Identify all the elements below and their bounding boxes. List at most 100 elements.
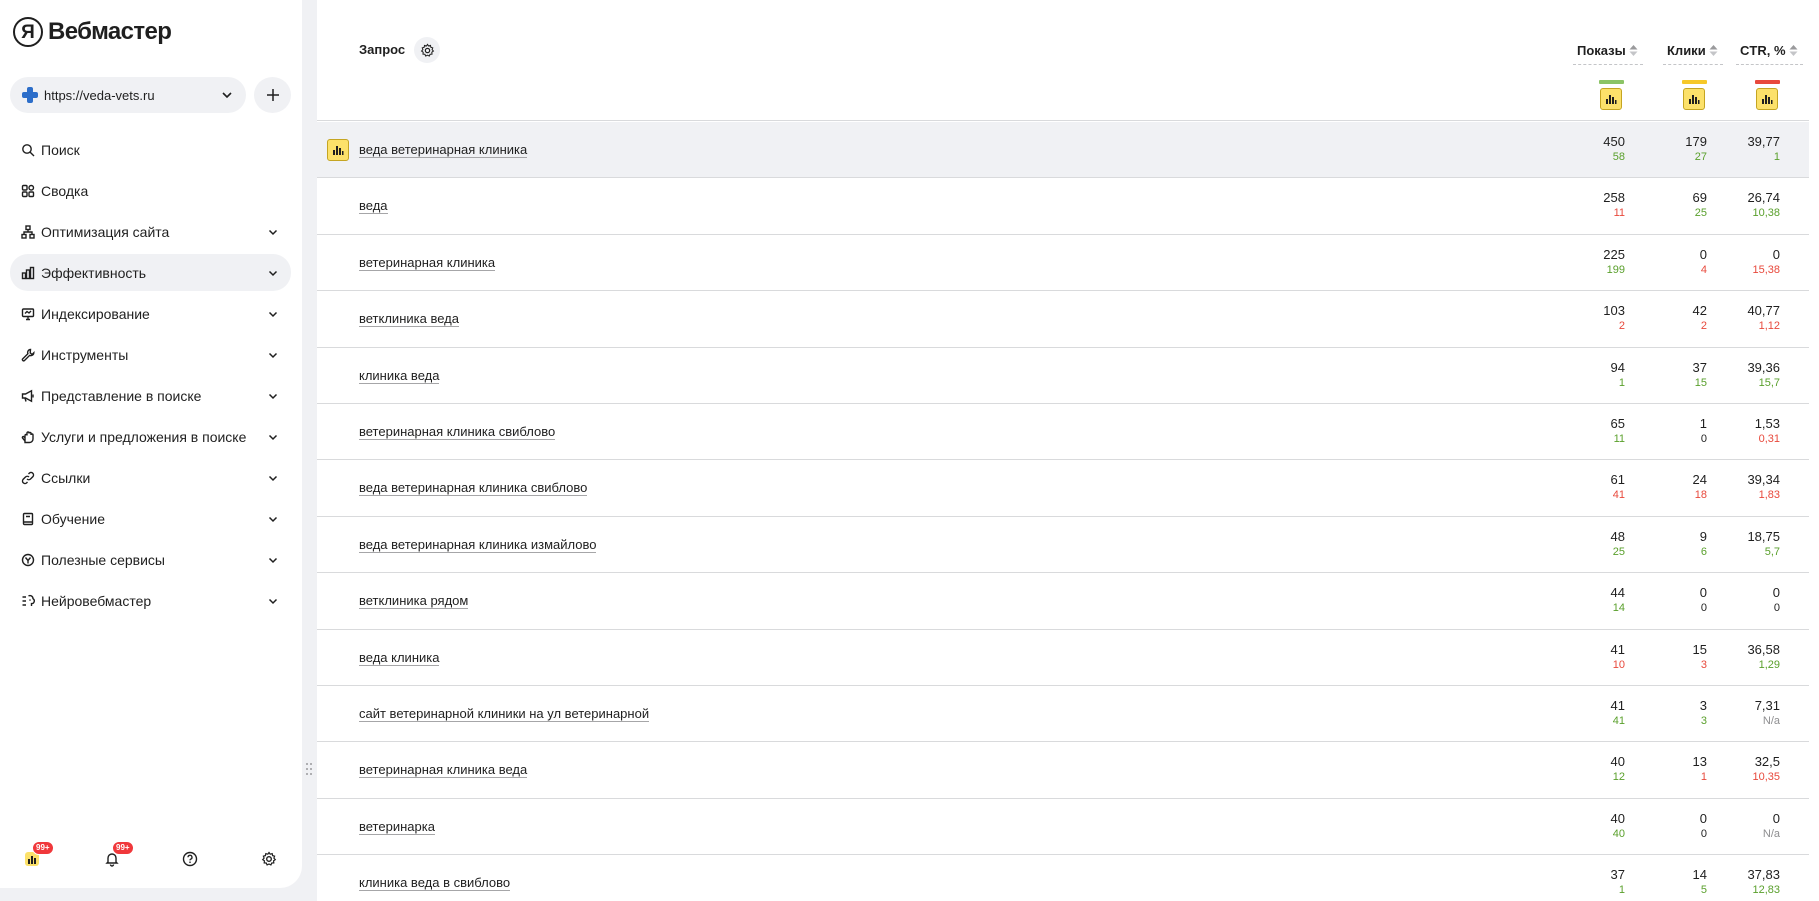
query-link[interactable]: веда ветеринарная клиника bbox=[359, 142, 528, 158]
sidebar-item-10[interactable]: Обучение bbox=[10, 500, 291, 537]
query-link[interactable]: сайт ветеринарной клиники на ул ветерина… bbox=[359, 706, 650, 722]
clicks-delta: 2 bbox=[1700, 320, 1707, 333]
search-icon bbox=[22, 143, 35, 156]
shows-value: 103 bbox=[1603, 303, 1625, 319]
reports-button[interactable]: 99+ bbox=[18, 841, 54, 873]
clicks-value: 42 bbox=[1692, 303, 1707, 319]
table-row[interactable]: веда ветеринарная клиника 450 58 179 27 39,77… bbox=[317, 122, 1809, 179]
shows-delta: 1 bbox=[1618, 376, 1625, 389]
shows-delta: 41 bbox=[1612, 489, 1625, 502]
table-row[interactable]: ветеринарная клиника веда 40 12 13 1 32,5 10,3… bbox=[317, 742, 1809, 799]
ctr-value: 39,34 bbox=[1747, 472, 1780, 488]
query-link[interactable]: ветеринарная клиника веда bbox=[359, 762, 528, 779]
sidebar-item-2[interactable]: Сводка bbox=[10, 172, 291, 209]
clicks-chart-toggle[interactable] bbox=[1683, 88, 1705, 110]
query-link[interactable]: веда ветеринарная клиника свиблово bbox=[359, 480, 588, 497]
sort-icon bbox=[1629, 45, 1638, 56]
book-icon bbox=[22, 512, 34, 525]
query-link[interactable]: ветеринарка bbox=[359, 819, 435, 835]
query-link[interactable]: клиника веда в свиблово bbox=[359, 875, 511, 892]
clicks-value: 9 bbox=[1699, 528, 1707, 544]
chevron-down-icon bbox=[268, 557, 278, 563]
clicks-value: 0 bbox=[1699, 246, 1707, 262]
shows-delta: 14 bbox=[1612, 602, 1625, 615]
site-selector[interactable]: https://veda-vets.ru bbox=[10, 77, 246, 113]
sidebar-item-label: Эффективность bbox=[41, 264, 147, 281]
ctr-chart-toggle[interactable] bbox=[1756, 88, 1778, 110]
help-button[interactable] bbox=[176, 845, 204, 873]
ctr-cell: 39,34 1,83 bbox=[1747, 471, 1780, 502]
query-link[interactable]: ветклиника веда bbox=[359, 311, 459, 328]
table-row[interactable]: сайт ветеринарной клиники на ул ветерина… bbox=[317, 686, 1809, 743]
reports-badge: 99+ bbox=[32, 841, 54, 855]
table-row[interactable]: клиника веда 94 1 37 15 39,36 15,7 bbox=[317, 348, 1809, 404]
shows-legend-color bbox=[1599, 80, 1624, 84]
sidebar-item-12[interactable]: Нейровебмастер bbox=[10, 582, 291, 619]
sidebar-item-label: Индексирование bbox=[41, 305, 150, 322]
sidebar-item-label: Инструменты bbox=[41, 346, 129, 363]
table-row[interactable]: клиника веда в свиблово 37 1 14 5 37,83 12,83 bbox=[317, 855, 1809, 901]
neuro-icon bbox=[22, 594, 35, 606]
shows-cell: 37 1 bbox=[1611, 866, 1625, 897]
chevron-down-icon bbox=[222, 92, 232, 99]
query-link[interactable]: веда ветеринарная клиника измайлово bbox=[359, 537, 597, 553]
sidebar-item-label: Полезные сервисы bbox=[41, 551, 165, 568]
sidebar-item-7[interactable]: Представление в поиске bbox=[10, 377, 291, 414]
query-link[interactable]: веда клиника bbox=[359, 650, 440, 666]
shows-delta: 25 bbox=[1612, 545, 1625, 558]
sidebar-item-5[interactable]: Индексирование bbox=[10, 295, 291, 332]
ctr-value: 39,36 bbox=[1747, 359, 1780, 375]
sidebar-resize-handle[interactable] bbox=[305, 761, 313, 777]
ctr-value: 0 bbox=[1772, 585, 1780, 601]
sort-icon bbox=[1789, 45, 1797, 56]
sidebar-item-11[interactable]: Полезные сервисы bbox=[10, 541, 291, 578]
row-chart-toggle[interactable] bbox=[327, 139, 349, 161]
settings-button[interactable] bbox=[255, 845, 283, 873]
clicks-cell: 10 bbox=[1700, 415, 1707, 446]
table-row[interactable]: ветеринарка 40 40 0 0 0 N/a bbox=[317, 799, 1809, 856]
clicks-column-header[interactable]: Клики bbox=[1663, 43, 1723, 65]
ctr-value: 26,74 bbox=[1747, 190, 1780, 206]
ctr-delta: 10,38 bbox=[1752, 207, 1780, 220]
shows-cell: 40 12 bbox=[1611, 753, 1625, 784]
table-row[interactable]: веда клиника 41 10 15 3 36,58 1,29 bbox=[317, 630, 1809, 686]
sidebar-item-9[interactable]: Ссылки bbox=[10, 459, 291, 496]
shows-value: 40 bbox=[1610, 810, 1625, 826]
sidebar-item-8[interactable]: Услуги и предложения в поиске bbox=[10, 418, 291, 455]
table-row[interactable]: веда 258 11 69 25 26,74 10,38 bbox=[317, 178, 1809, 235]
query-link[interactable]: ветклиника рядом bbox=[359, 593, 469, 610]
clicks-value: 1 bbox=[1699, 415, 1707, 431]
add-site-button[interactable] bbox=[254, 77, 291, 113]
table-row[interactable]: веда ветеринарная клиника измайлово 48 25 9… bbox=[317, 517, 1809, 574]
query-link[interactable]: веда bbox=[359, 198, 388, 215]
query-link[interactable]: ветеринарная клиника свиблово bbox=[359, 424, 556, 440]
sidebar-item-label: Услуги и предложения в поиске bbox=[41, 428, 247, 445]
shows-value: 40 bbox=[1610, 754, 1625, 770]
sidebar-item-6[interactable]: Инструменты bbox=[10, 336, 291, 373]
clicks-delta: 27 bbox=[1694, 151, 1707, 163]
table-row[interactable]: веда ветеринарная клиника свиблово 61 41 24… bbox=[317, 460, 1809, 517]
ctr-column-header[interactable]: CTR, % bbox=[1736, 43, 1803, 65]
table-row[interactable]: ветеринарная клиника свиблово 65 11 1 0 1,53 0… bbox=[317, 404, 1809, 461]
chevron-down-icon bbox=[268, 270, 278, 276]
ctr-delta: 0 bbox=[1773, 602, 1780, 615]
table-row[interactable]: ветеринарная клиника 225 199 0 4 0 15,38 bbox=[317, 235, 1809, 292]
table-row[interactable]: ветклиника веда 103 2 42 2 40,77 1,12 bbox=[317, 291, 1809, 348]
megaphone-icon bbox=[21, 389, 34, 402]
query-link[interactable]: ветеринарная клиника bbox=[359, 255, 496, 271]
shows-value: 48 bbox=[1610, 528, 1625, 544]
shows-chart-toggle[interactable] bbox=[1600, 88, 1622, 110]
query-link[interactable]: клиника веда bbox=[359, 368, 440, 384]
sidebar-item-1[interactable]: Поиск bbox=[10, 131, 291, 168]
table-settings-button[interactable] bbox=[414, 37, 440, 63]
hand-icon bbox=[21, 430, 34, 443]
logo[interactable]: Я Вебмастер bbox=[13, 17, 172, 47]
clicks-delta: 18 bbox=[1694, 489, 1707, 502]
ctr-delta: 12,83 bbox=[1752, 884, 1780, 897]
shows-column-header[interactable]: Показы bbox=[1573, 43, 1643, 65]
table-row[interactable]: ветклиника рядом 44 14 0 0 0 0 bbox=[317, 573, 1809, 630]
sidebar-item-4[interactable]: Эффективность bbox=[10, 254, 291, 291]
sitemap-icon bbox=[21, 224, 35, 239]
sidebar-item-3[interactable]: Оптимизация сайта bbox=[10, 213, 291, 250]
notifications-button[interactable]: 99+ bbox=[98, 841, 134, 873]
